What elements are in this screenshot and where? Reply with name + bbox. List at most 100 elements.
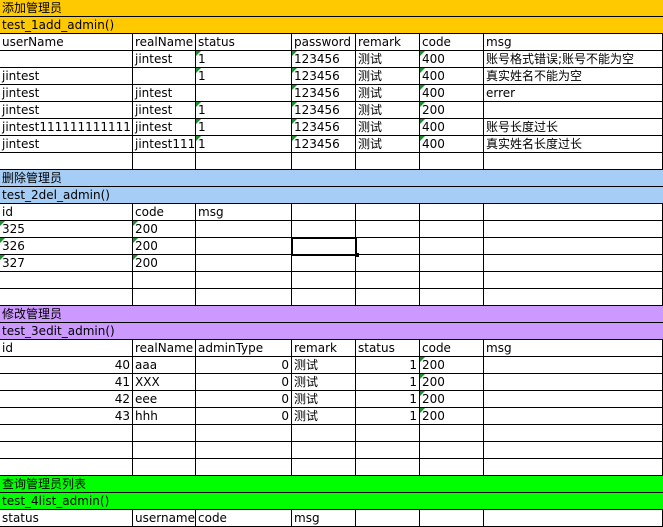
selected-cell[interactable] [291,237,357,256]
header-cell[interactable]: remark [356,34,420,51]
empty-cell[interactable] [292,289,356,306]
cell-admintype[interactable]: 0 [196,357,292,374]
cell-realname[interactable]: jintest1111 [133,136,196,153]
cell-code[interactable]: 400 [420,68,484,85]
empty-cell[interactable] [420,442,484,459]
cell-code[interactable]: 200 [133,255,196,272]
cell-password[interactable]: 123456 [292,102,356,119]
cell-status[interactable]: 1 [356,357,420,374]
empty-cell[interactable] [484,153,663,170]
header-cell[interactable] [292,204,356,221]
empty-cell[interactable] [420,425,484,442]
empty-cell[interactable] [356,238,420,255]
empty-cell[interactable] [196,289,292,306]
header-cell[interactable]: status [196,34,292,51]
header-cell[interactable]: msg [484,340,663,357]
header-cell[interactable]: id [0,204,133,221]
empty-cell[interactable] [133,153,196,170]
cell-realname[interactable]: jintest [133,102,196,119]
empty-cell[interactable] [0,289,133,306]
cell-msg[interactable] [196,221,292,238]
cell-password[interactable]: 123456 [292,85,356,102]
empty-cell[interactable] [420,221,484,238]
header-cell[interactable]: msg [292,510,356,527]
cell-msg[interactable] [196,238,292,255]
cell-status[interactable]: 1 [196,68,292,85]
empty-cell[interactable] [0,459,133,476]
empty-cell[interactable] [133,442,196,459]
section-title-band[interactable]: 添加管理员 [0,0,663,17]
cell-remark[interactable]: 测试 [356,68,420,85]
cell-realname[interactable] [133,68,196,85]
section-function-band[interactable]: test_2del_admin() [0,187,663,204]
header-cell[interactable]: realName [133,34,196,51]
cell-status[interactable]: 1 [356,408,420,425]
cell-msg[interactable] [484,408,663,425]
cell-realname[interactable]: jintest [133,119,196,136]
cell-realname[interactable]: jintest [133,85,196,102]
empty-cell[interactable] [133,272,196,289]
cell-code[interactable]: 400 [420,136,484,153]
header-cell[interactable] [484,204,663,221]
header-cell[interactable]: username [133,510,196,527]
empty-cell[interactable] [0,153,133,170]
empty-cell[interactable] [133,425,196,442]
empty-cell[interactable] [420,272,484,289]
header-cell[interactable] [356,510,420,527]
header-cell[interactable] [356,204,420,221]
empty-cell[interactable] [484,289,663,306]
empty-cell[interactable] [0,425,133,442]
empty-cell[interactable] [484,459,663,476]
section-function-band[interactable]: test_3edit_admin() [0,323,663,340]
empty-cell[interactable] [356,442,420,459]
cell-remark[interactable]: 测试 [356,51,420,68]
cell-admintype[interactable]: 0 [196,374,292,391]
header-cell[interactable]: status [0,510,133,527]
empty-cell[interactable] [292,255,356,272]
cell-username[interactable]: jintest [0,136,133,153]
cell-realname[interactable]: XXX [133,374,196,391]
empty-cell[interactable] [484,425,663,442]
empty-cell[interactable] [196,153,292,170]
cell-msg[interactable]: 账号长度过长 [484,119,663,136]
header-cell[interactable]: code [420,340,484,357]
section-title-band[interactable]: 删除管理员 [0,170,663,187]
empty-cell[interactable] [356,459,420,476]
empty-cell[interactable] [292,442,356,459]
cell-realname[interactable]: eee [133,391,196,408]
cell-password[interactable]: 123456 [292,136,356,153]
empty-cell[interactable] [356,289,420,306]
cell-remark[interactable]: 测试 [356,136,420,153]
empty-cell[interactable] [484,255,663,272]
section-title-band[interactable]: 查询管理员列表 [0,476,663,493]
cell-remark[interactable]: 测试 [292,357,356,374]
cell-id[interactable]: 42 [0,391,133,408]
cell-msg[interactable]: 账号格式错误;账号不能为空 [484,51,663,68]
empty-cell[interactable] [356,221,420,238]
cell-status[interactable]: 1 [196,102,292,119]
cell-realname[interactable]: jintest [133,51,196,68]
cell-status[interactable] [196,85,292,102]
empty-cell[interactable] [420,459,484,476]
cell-id[interactable]: 327 [0,255,133,272]
empty-cell[interactable] [356,425,420,442]
empty-cell[interactable] [0,442,133,459]
header-cell[interactable]: remark [292,340,356,357]
cell-admintype[interactable]: 0 [196,408,292,425]
cell-msg[interactable] [484,391,663,408]
header-cell[interactable]: status [356,340,420,357]
cell-code[interactable]: 200 [420,357,484,374]
empty-cell[interactable] [356,153,420,170]
empty-cell[interactable] [420,238,484,255]
cell-status[interactable]: 1 [356,374,420,391]
cell-status[interactable]: 1 [196,136,292,153]
cell-remark[interactable]: 测试 [292,391,356,408]
cell-remark[interactable]: 测试 [356,102,420,119]
cell-password[interactable]: 123456 [292,68,356,85]
section-function-band[interactable]: test_1add_admin() [0,17,663,34]
cell-id[interactable]: 325 [0,221,133,238]
cell-password[interactable]: 123456 [292,51,356,68]
empty-cell[interactable] [292,272,356,289]
header-cell[interactable] [420,510,484,527]
header-cell[interactable]: password [292,34,356,51]
